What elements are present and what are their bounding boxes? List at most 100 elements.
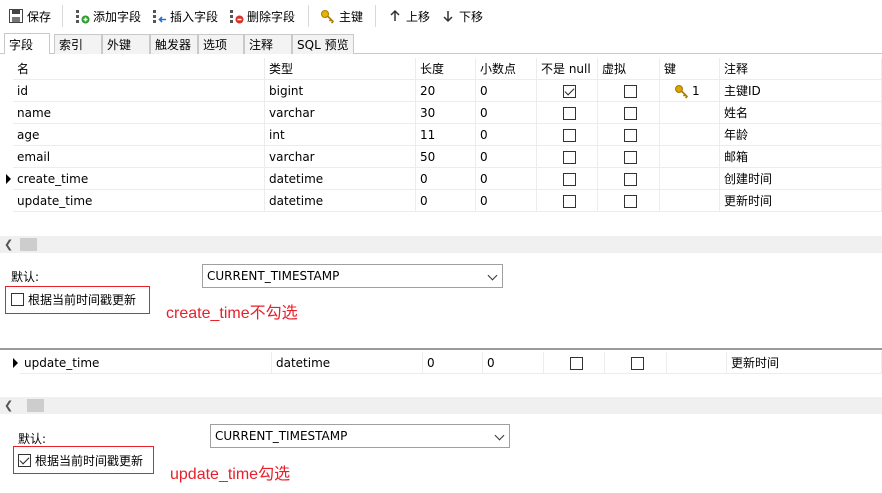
not-null-checkbox[interactable] bbox=[563, 173, 576, 186]
table-row[interactable]: email varchar 50 0 邮箱 bbox=[0, 146, 882, 168]
virtual-checkbox[interactable] bbox=[624, 151, 637, 164]
field-key-cell[interactable]: 1 bbox=[660, 80, 720, 102]
add-field-button[interactable]: 添加字段 bbox=[74, 6, 141, 26]
field-type-cell[interactable]: int bbox=[265, 124, 416, 146]
on-update-checkbox-row[interactable]: 根据当前时间戳更新 bbox=[18, 452, 143, 469]
field-virtual-cell[interactable] bbox=[598, 146, 660, 168]
field-name-cell[interactable]: email bbox=[13, 146, 265, 168]
tab-sql-preview[interactable]: SQL 预览 bbox=[292, 34, 354, 54]
field-name-cell[interactable]: update_time bbox=[13, 190, 265, 212]
field-length-cell[interactable]: 50 bbox=[416, 146, 476, 168]
virtual-checkbox[interactable] bbox=[631, 357, 644, 370]
not-null-checkbox[interactable] bbox=[563, 151, 576, 164]
field-type-cell[interactable]: datetime bbox=[265, 168, 416, 190]
field-comment-cell[interactable]: 更新时间 bbox=[720, 190, 882, 212]
column-header-key[interactable]: 键 bbox=[660, 58, 720, 80]
field-type-cell[interactable]: varchar bbox=[265, 146, 416, 168]
field-decimal-cell[interactable]: 0 bbox=[476, 146, 537, 168]
scrollbar-thumb[interactable] bbox=[20, 238, 37, 251]
field-name-cell[interactable]: update_time bbox=[20, 352, 272, 374]
field-not-null-cell[interactable] bbox=[537, 146, 598, 168]
field-length-cell[interactable]: 20 bbox=[416, 80, 476, 102]
scrollbar-thumb[interactable] bbox=[27, 399, 44, 412]
virtual-checkbox[interactable] bbox=[624, 173, 637, 186]
virtual-checkbox[interactable] bbox=[624, 107, 637, 120]
field-comment-cell[interactable]: 姓名 bbox=[720, 102, 882, 124]
on-update-checkbox[interactable] bbox=[18, 454, 31, 467]
move-up-button[interactable]: 上移 bbox=[387, 6, 430, 26]
table-row[interactable]: id bigint 20 0 1 主键ID bbox=[0, 80, 882, 102]
insert-field-button[interactable]: 插入字段 bbox=[151, 6, 218, 26]
tab-fields[interactable]: 字段 bbox=[4, 33, 50, 54]
field-key-cell[interactable] bbox=[667, 352, 727, 374]
not-null-checkbox[interactable] bbox=[563, 85, 576, 98]
field-decimal-cell[interactable]: 0 bbox=[476, 168, 537, 190]
not-null-checkbox[interactable] bbox=[563, 129, 576, 142]
column-header-virtual[interactable]: 虚拟 bbox=[598, 58, 660, 80]
tab-indexes[interactable]: 索引 bbox=[54, 34, 102, 54]
scroll-left-icon[interactable]: ❮ bbox=[4, 399, 13, 412]
tab-triggers[interactable]: 触发器 bbox=[150, 34, 198, 54]
field-decimal-cell[interactable]: 0 bbox=[476, 102, 537, 124]
column-header-length[interactable]: 长度 bbox=[416, 58, 476, 80]
field-length-cell[interactable]: 0 bbox=[416, 168, 476, 190]
not-null-checkbox[interactable] bbox=[563, 195, 576, 208]
field-type-cell[interactable]: bigint bbox=[265, 80, 416, 102]
field-length-cell[interactable]: 0 bbox=[416, 190, 476, 212]
default-value-select[interactable]: CURRENT_TIMESTAMP bbox=[202, 264, 503, 288]
table-row[interactable]: create_time datetime 0 0 创建时间 bbox=[0, 168, 882, 190]
horizontal-scrollbar[interactable]: ❮ bbox=[0, 397, 882, 414]
table-row[interactable]: update_time datetime 0 0 更新时间 bbox=[0, 190, 882, 212]
tab-comment[interactable]: 注释 bbox=[244, 34, 292, 54]
virtual-checkbox[interactable] bbox=[624, 85, 637, 98]
field-name-cell[interactable]: create_time bbox=[13, 168, 265, 190]
column-header-not-null[interactable]: 不是 null bbox=[537, 58, 598, 80]
field-comment-cell[interactable]: 主键ID bbox=[720, 80, 882, 102]
field-decimal-cell[interactable]: 0 bbox=[483, 352, 544, 374]
field-virtual-cell[interactable] bbox=[598, 102, 660, 124]
field-length-cell[interactable]: 0 bbox=[423, 352, 483, 374]
field-key-cell[interactable] bbox=[660, 102, 720, 124]
column-header-decimal[interactable]: 小数点 bbox=[476, 58, 537, 80]
field-comment-cell[interactable]: 年龄 bbox=[720, 124, 882, 146]
field-key-cell[interactable] bbox=[660, 168, 720, 190]
primary-key-button[interactable]: 主键 bbox=[320, 6, 363, 26]
delete-field-button[interactable]: 删除字段 bbox=[228, 6, 295, 26]
field-virtual-cell[interactable] bbox=[598, 168, 660, 190]
field-key-cell[interactable] bbox=[660, 190, 720, 212]
field-decimal-cell[interactable]: 0 bbox=[476, 190, 537, 212]
field-name-cell[interactable]: name bbox=[13, 102, 265, 124]
field-type-cell[interactable]: datetime bbox=[265, 190, 416, 212]
not-null-checkbox[interactable] bbox=[570, 357, 583, 370]
field-key-cell[interactable] bbox=[660, 146, 720, 168]
field-name-cell[interactable]: age bbox=[13, 124, 265, 146]
move-down-button[interactable]: 下移 bbox=[440, 6, 483, 26]
column-header-type[interactable]: 类型 bbox=[265, 58, 416, 80]
on-update-checkbox[interactable] bbox=[11, 293, 24, 306]
field-virtual-cell[interactable] bbox=[598, 190, 660, 212]
column-header-comment[interactable]: 注释 bbox=[720, 58, 882, 80]
field-name-cell[interactable]: id bbox=[13, 80, 265, 102]
save-button[interactable]: 保存 bbox=[8, 6, 51, 26]
tab-foreign-keys[interactable]: 外键 bbox=[102, 34, 150, 54]
horizontal-scrollbar[interactable]: ❮ bbox=[0, 236, 882, 253]
field-not-null-cell[interactable] bbox=[537, 190, 598, 212]
on-update-checkbox-row[interactable]: 根据当前时间戳更新 bbox=[11, 291, 136, 308]
column-header-name[interactable]: 名 bbox=[13, 58, 265, 80]
field-decimal-cell[interactable]: 0 bbox=[476, 124, 537, 146]
field-not-null-cell[interactable] bbox=[537, 102, 598, 124]
field-comment-cell[interactable]: 更新时间 bbox=[727, 352, 882, 374]
field-not-null-cell[interactable] bbox=[537, 80, 598, 102]
field-virtual-cell[interactable] bbox=[598, 124, 660, 146]
field-comment-cell[interactable]: 创建时间 bbox=[720, 168, 882, 190]
field-type-cell[interactable]: datetime bbox=[272, 352, 423, 374]
table-row-selected[interactable]: update_time datetime 0 0 更新时间 bbox=[0, 352, 882, 374]
field-not-null-cell[interactable] bbox=[537, 168, 598, 190]
field-not-null-cell[interactable] bbox=[537, 124, 598, 146]
virtual-checkbox[interactable] bbox=[624, 129, 637, 142]
field-virtual-cell[interactable] bbox=[605, 352, 667, 374]
field-type-cell[interactable]: varchar bbox=[265, 102, 416, 124]
field-comment-cell[interactable]: 邮箱 bbox=[720, 146, 882, 168]
table-row[interactable]: name varchar 30 0 姓名 bbox=[0, 102, 882, 124]
field-decimal-cell[interactable]: 0 bbox=[476, 80, 537, 102]
